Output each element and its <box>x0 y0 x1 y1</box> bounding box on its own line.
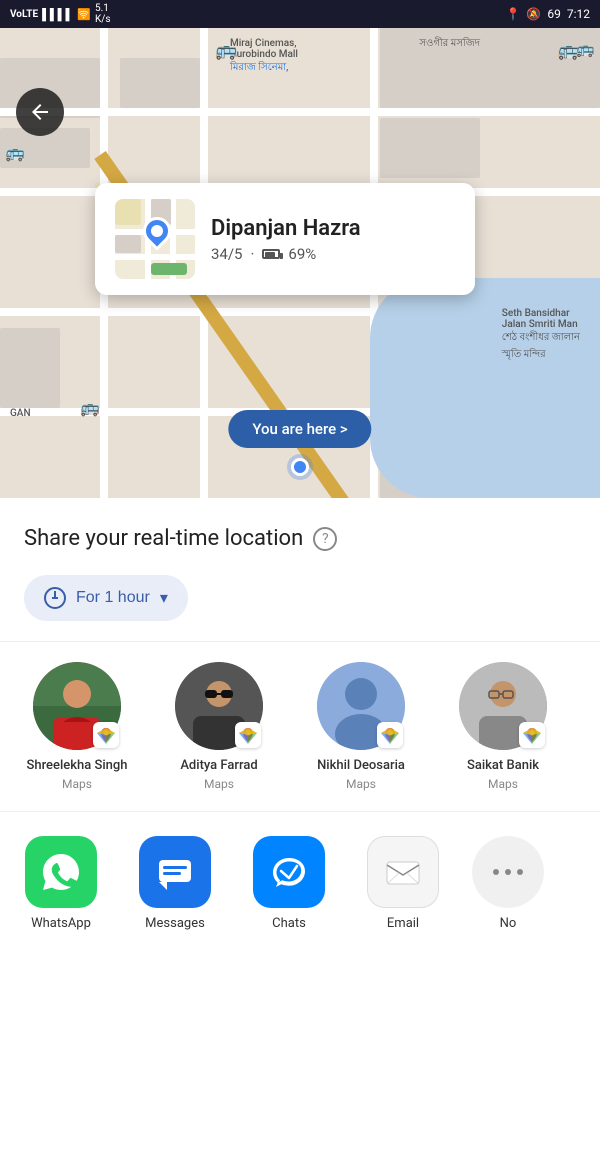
you-are-here-button[interactable]: You are here > <box>228 410 371 448</box>
contact-app-3: Maps <box>488 777 518 791</box>
clock-icon <box>44 587 66 609</box>
maps-badge-2 <box>377 722 403 748</box>
map-info-thumbnail <box>115 199 195 279</box>
signal-bars: ▌▌▌▌ <box>42 8 73 21</box>
contact-item-3[interactable]: Saikat Banik Maps <box>438 662 568 791</box>
maps-badge-3 <box>519 722 545 748</box>
contact-avatar-wrap-0 <box>33 662 121 750</box>
location-icon: 📍 <box>505 7 520 21</box>
contact-avatar-wrap-3 <box>459 662 547 750</box>
map-info-text: Dipanjan Hazra 34/5 · 69% <box>211 216 361 263</box>
contacts-grid: Shreelekha Singh Maps <box>12 662 588 791</box>
email-label: Email <box>387 916 419 931</box>
contact-name: Dipanjan Hazra <box>211 216 361 241</box>
duration-button[interactable]: For 1 hour ▾ <box>24 575 188 621</box>
contact-name-1: Aditya Farrad <box>180 758 257 775</box>
bus-icon-5: 🚌 <box>576 40 595 58</box>
share-section: Share your real-time location ? For 1 ho… <box>0 498 600 641</box>
battery-percentage: 69% <box>288 245 316 263</box>
maps-pin-icon-2 <box>381 726 399 744</box>
back-arrow-icon <box>28 100 52 124</box>
app-item-messages[interactable]: Messages <box>130 836 220 931</box>
status-right: 📍 🔕 69 7:12 <box>505 7 590 21</box>
battery-body <box>262 249 280 259</box>
help-icon[interactable]: ? <box>313 527 337 551</box>
contact-avatar-wrap-1 <box>175 662 263 750</box>
time-label: 7:12 <box>567 7 590 21</box>
chats-icon <box>253 836 325 908</box>
map-label-seth: Seth BansidharJalan Smriti Manশেঠ বংশীধর… <box>502 308 580 364</box>
more-label: No <box>500 916 517 931</box>
map-label-gan: GAN <box>10 408 31 419</box>
maps-badge-1 <box>235 722 261 748</box>
battery-fill <box>265 252 275 258</box>
bus-icon-4: 🚌 <box>80 398 100 417</box>
back-button[interactable] <box>16 88 64 136</box>
share-title-text: Share your real-time location <box>24 526 303 551</box>
whatsapp-icon <box>25 836 97 908</box>
app-item-chats[interactable]: Chats <box>244 836 334 931</box>
contact-name-0: Shreelekha Singh <box>26 758 127 775</box>
email-svg <box>383 852 423 892</box>
map-label-mosque: সওগীর মসজিদ <box>419 36 480 53</box>
app-item-more[interactable]: No <box>472 836 544 931</box>
messages-svg <box>155 852 195 892</box>
wifi-icon: 🛜 <box>77 8 91 21</box>
battery-indicator <box>262 249 280 259</box>
contact-item-2[interactable]: Nikhil Deosaria Maps <box>296 662 426 791</box>
contact-item-1[interactable]: Aditya Farrad Maps <box>154 662 284 791</box>
carrier-label: VoLTE <box>10 9 38 20</box>
whatsapp-svg <box>39 850 83 894</box>
contact-app-1: Maps <box>204 777 234 791</box>
maps-badge-0 <box>93 722 119 748</box>
contact-name-3: Saikat Banik <box>467 758 539 775</box>
duration-label: For 1 hour <box>76 589 150 607</box>
separator: · <box>250 245 254 263</box>
status-bar: VoLTE ▌▌▌▌ 🛜 5.1K/s 📍 🔕 69 7:12 <box>0 0 600 28</box>
messages-label: Messages <box>145 916 205 931</box>
dropdown-arrow-icon: ▾ <box>160 588 168 608</box>
bus-icon-1: 🚌 <box>215 40 237 61</box>
contacts-section: Shreelekha Singh Maps <box>0 641 600 811</box>
email-icon <box>367 836 439 908</box>
chats-svg <box>269 852 309 892</box>
map-label-cinema: Miraj Cinemas,Aurobindo Mallমিরাজ সিনেমা… <box>230 38 298 77</box>
clock-hand-horizontal <box>52 597 58 599</box>
status-left: VoLTE ▌▌▌▌ 🛜 5.1K/s <box>10 3 111 25</box>
contact-app-2: Maps <box>346 777 376 791</box>
maps-pin-icon-0 <box>97 726 115 744</box>
map-container: সওগীর মসজিদ Miraj Cinemas,Aurobindo Mall… <box>0 28 600 498</box>
whatsapp-label: WhatsApp <box>31 916 91 931</box>
you-are-here-label: You are here > <box>252 420 347 438</box>
contact-item-0[interactable]: Shreelekha Singh Maps <box>12 662 142 791</box>
more-icon <box>472 836 544 908</box>
contact-details: 34/5 · 69% <box>211 245 361 263</box>
contact-name-2: Nikhil Deosaria <box>317 758 405 775</box>
speed-label: 5.1K/s <box>95 3 111 25</box>
maps-pin-icon-3 <box>523 726 541 744</box>
share-title: Share your real-time location ? <box>24 526 576 551</box>
contact-app-0: Maps <box>62 777 92 791</box>
chats-label: Chats <box>272 916 306 931</box>
messages-icon <box>139 836 211 908</box>
battery-label: 69 <box>547 7 561 21</box>
more-svg <box>490 854 526 890</box>
rating-label: 34/5 <box>211 245 242 263</box>
mute-icon: 🔕 <box>526 7 541 21</box>
bus-icon-3: 🚌 <box>5 143 25 162</box>
app-item-email[interactable]: Email <box>358 836 448 931</box>
apps-section: WhatsApp Messages Chats <box>0 811 600 947</box>
map-info-card: Dipanjan Hazra 34/5 · 69% <box>95 183 475 295</box>
maps-pin-icon-1 <box>239 726 257 744</box>
current-location-dot <box>291 458 309 476</box>
contact-avatar-wrap-2 <box>317 662 405 750</box>
app-item-whatsapp[interactable]: WhatsApp <box>16 836 106 931</box>
